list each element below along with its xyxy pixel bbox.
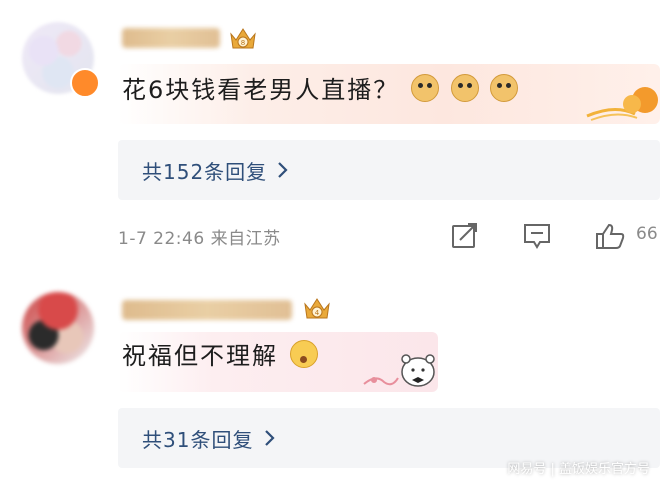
avatar[interactable] (22, 292, 94, 364)
like-icon[interactable] (595, 222, 625, 250)
doge-emoji (410, 74, 439, 102)
watermark: 网易号 | 盖饭娱乐官方号 (507, 462, 650, 477)
lantern-decoration-icon (586, 87, 658, 121)
comment-text: 祝福但不理解 (122, 342, 278, 370)
comment-meta: 1-7 22:46 来自江苏 66 (118, 222, 660, 252)
comment-text-row[interactable]: 花6块钱看老男人直播？ (122, 70, 519, 110)
replies-link[interactable]: 共31条回复 (142, 424, 253, 453)
comment-icon[interactable] (522, 222, 552, 250)
doge-emoji (490, 74, 519, 102)
time-location: 1-7 22:46 来自江苏 (118, 229, 281, 249)
comment-item-2: 4 祝福但不理解 共31条回复 (0, 270, 660, 485)
replies-link[interactable]: 共152条回复 (142, 156, 267, 185)
doge-emoji (450, 74, 479, 102)
bear-decoration-icon (363, 354, 435, 387)
comment-text: 花6块钱看老男人直播？ (122, 76, 400, 104)
like-count: 66 (636, 224, 658, 244)
comment-item-1: 8 花6块钱看老男人直播？ 共152条回复 1-7 22:46 来自江苏 66 (0, 0, 660, 270)
svg-text:8: 8 (241, 39, 245, 47)
chevron-right-icon (278, 162, 288, 178)
svg-text:4: 4 (315, 309, 320, 317)
replies-box[interactable]: 共152条回复 (118, 140, 660, 200)
chevron-right-icon (265, 430, 275, 446)
avatar-badge (70, 68, 100, 98)
thinking-emoji (289, 340, 318, 368)
vip-crown-icon: 4 (304, 298, 330, 319)
username-blurred[interactable] (122, 28, 220, 48)
share-icon[interactable] (450, 222, 480, 250)
comment-text-row[interactable]: 祝福但不理解 (122, 336, 318, 376)
username-blurred[interactable] (122, 300, 292, 320)
vip-crown-icon: 8 (230, 28, 256, 49)
